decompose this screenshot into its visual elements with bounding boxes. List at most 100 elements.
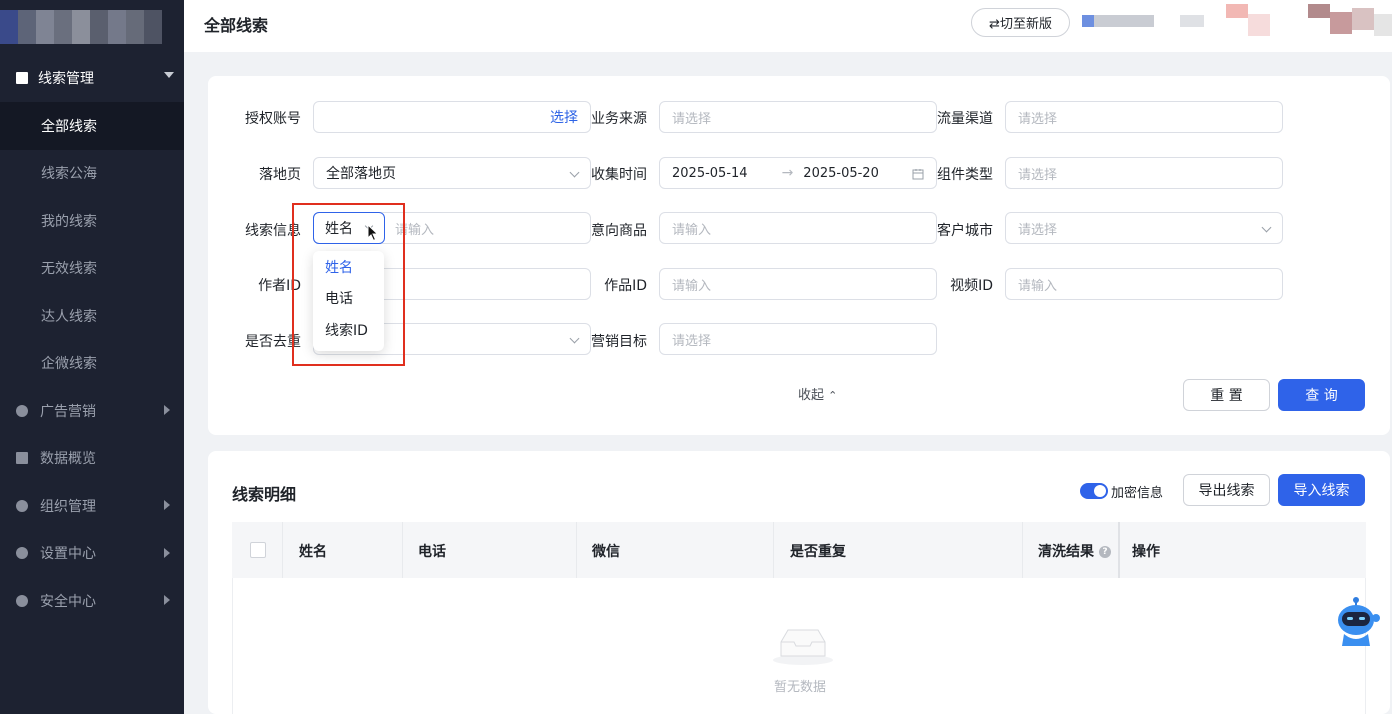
submenu-label: 我的线索 [41,213,97,230]
reset-button[interactable]: 重 置 [1183,379,1270,411]
menu-label: 设置中心 [40,546,96,563]
caret-right-icon [164,405,170,415]
placeholder: 请选择 [672,111,712,127]
column-divider [773,522,774,578]
customer-city-label: 客户城市 [937,223,993,239]
robot-assistant-icon[interactable] [1334,594,1384,648]
export-leads-button[interactable]: 导出线索 [1183,474,1270,506]
lead-info-label: 线索信息 [245,223,301,239]
shield-icon [16,594,28,607]
caret-down-icon [164,72,174,78]
help-icon[interactable]: ? [1099,546,1111,558]
menu-settings[interactable]: 设置中心 [0,530,184,578]
select-all-checkbox[interactable] [250,542,266,558]
chevron-up-icon: ⌃ [828,389,838,402]
empty-text: 暂无数据 [774,680,827,695]
column-divider [402,522,403,578]
lead-detail-panel: 线索明细 加密信息 导出线索 导入线索 姓名 电话 微信 是否重复 清洗结果? … [208,451,1390,714]
menu-group-leads[interactable]: 线索管理 [0,54,184,102]
column-header: 微信 [592,544,620,560]
intent-product-label: 意向商品 [591,223,647,239]
chart-icon [16,452,28,465]
marketing-goal-label: 营销目标 [591,334,647,350]
column-header: 姓名 [299,544,327,560]
placeholder: 请选择 [1018,222,1058,238]
caret-right-icon [164,547,170,558]
encrypt-toggle-label: 加密信息 [1111,486,1164,501]
placeholder: 请选择 [1018,167,1058,183]
placeholder: 请选择 [672,333,712,349]
submenu-lead-pool[interactable]: 线索公海 [0,150,184,198]
submenu-all-leads[interactable]: 全部线索 [0,102,184,150]
cube-icon [16,499,28,512]
logo [0,0,184,54]
select-value: 全部落地页 [326,166,396,182]
table-header: 姓名 电话 微信 是否重复 清洗结果? 操作 [232,522,1366,578]
submenu-label: 全部线索 [41,118,97,135]
column-divider [1118,522,1120,578]
biz-source-select[interactable]: 请选择 [659,101,937,133]
blurred-user-info [1082,0,1392,40]
menu-security[interactable]: 安全中心 [0,577,184,625]
menu-label: 组织管理 [40,498,96,515]
collapse-toggle[interactable]: 收起 ⌃ [798,384,837,403]
submenu-wecom-leads[interactable]: 企微线索 [0,340,184,388]
work-id-label: 作品ID [604,278,647,294]
select-link[interactable]: 选择 [550,107,578,127]
document-icon [16,72,28,84]
submenu-invalid-leads[interactable]: 无效线索 [0,245,184,293]
menu-ad-marketing[interactable]: 广告营销 [0,387,184,435]
marketing-goal-select[interactable]: 请选择 [659,323,937,355]
query-button[interactable]: 查 询 [1278,379,1365,411]
import-leads-button[interactable]: 导入线索 [1278,474,1365,506]
work-id-input[interactable]: 请输入 [659,268,937,300]
table-body: 暂无数据 [232,578,1366,714]
biz-source-label: 业务来源 [591,111,647,127]
range-arrow-icon: → [781,165,794,181]
sidebar: 线索管理 全部线索 线索公海 我的线索 无效线索 达人线索 企微线索 广告营销 … [0,0,184,714]
submenu-influencer-leads[interactable]: 达人线索 [0,292,184,340]
caret-right-icon [164,595,170,605]
switch-version-button[interactable]: ⇄切至新版 [971,8,1070,37]
placeholder: 请输入 [672,278,712,294]
empty-box-icon [773,629,833,665]
menu-data-overview[interactable]: 数据概览 [0,435,184,483]
leads-table: 姓名 电话 微信 是否重复 清洗结果? 操作 暂无数据 [232,522,1366,714]
gear-icon [16,547,28,560]
submenu-label: 企微线索 [41,356,97,373]
traffic-channel-select[interactable]: 请选择 [1005,101,1283,133]
component-type-select[interactable]: 请选择 [1005,157,1283,189]
landing-page-label: 落地页 [259,167,301,183]
column-header: 电话 [418,544,446,560]
chevron-down-icon [1261,222,1272,233]
menu-org-management[interactable]: 组织管理 [0,482,184,530]
menu-label: 数据概览 [40,451,96,468]
customer-city-select[interactable]: 请选择 [1005,212,1283,244]
collapse-label: 收起 [798,388,825,403]
menu-group-label: 线索管理 [38,71,94,87]
column-header-label: 清洗结果 [1038,544,1094,560]
dedup-label: 是否去重 [245,334,301,350]
start-date[interactable]: 2025-05-14 [672,166,748,181]
column-header-clean-result: 清洗结果? [1038,541,1111,561]
auth-account-label: 授权账号 [245,111,301,127]
page-title: 全部线索 [204,16,269,35]
target-icon [16,404,28,417]
encrypt-toggle[interactable] [1080,483,1108,499]
intent-product-input[interactable]: 请输入 [659,212,937,244]
component-type-label: 组件类型 [937,167,993,183]
column-header: 操作 [1132,544,1160,560]
auth-account-field[interactable]: 选择 [313,101,591,133]
submenu-label: 线索公海 [41,166,97,183]
submenu-my-leads[interactable]: 我的线索 [0,197,184,245]
author-id-label: 作者ID [258,278,301,294]
placeholder: 请输入 [672,222,712,238]
submenu-label: 达人线索 [41,308,97,325]
video-id-input[interactable]: 请输入 [1005,268,1283,300]
landing-page-select[interactable]: 全部落地页 [313,157,591,189]
video-id-label: 视频ID [950,278,993,294]
end-date[interactable]: 2025-05-20 [803,166,879,181]
submenu-label: 无效线索 [41,261,97,278]
placeholder: 请输入 [1018,278,1058,294]
collect-time-range[interactable]: 2025-05-14 → 2025-05-20 [659,157,937,189]
